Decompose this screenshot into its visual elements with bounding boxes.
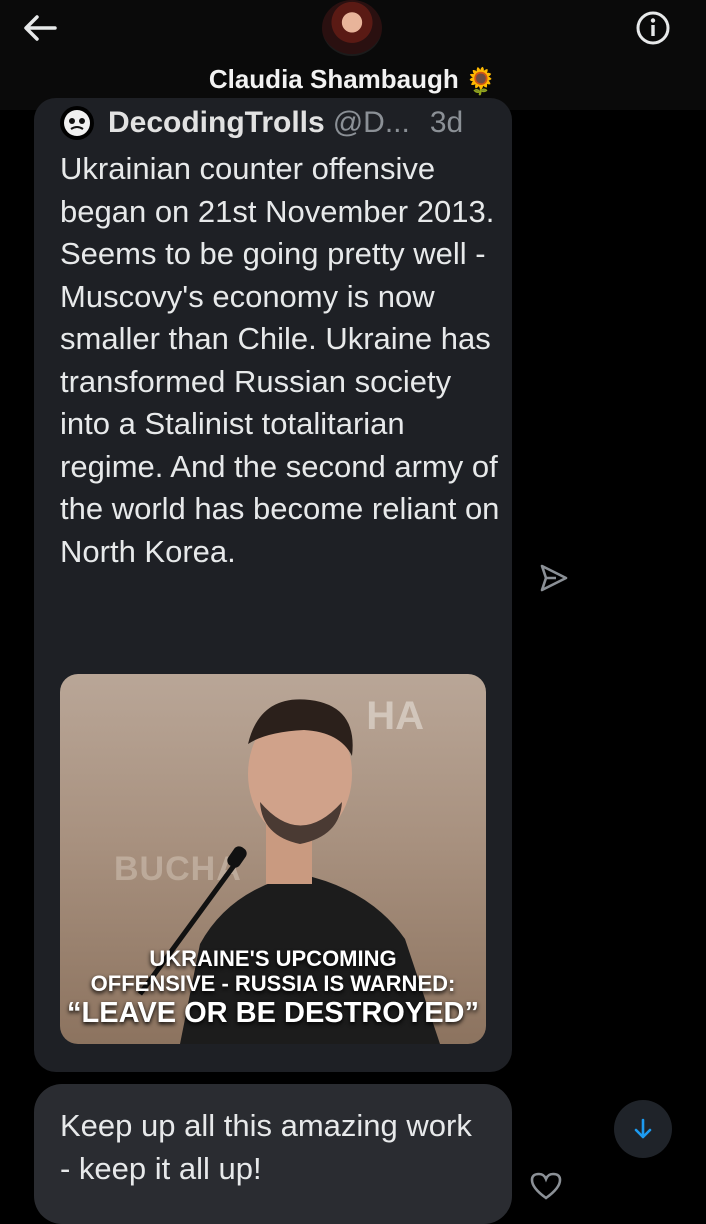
share-button[interactable] (538, 562, 572, 596)
tweet-image[interactable]: HA BUCHA UKRAINE'S UPCOMING OFFENSIVE - … (60, 674, 486, 1044)
contact-name-text: Claudia Shambaugh (208, 64, 459, 94)
caption-line-1: UKRAINE'S UPCOMING (149, 946, 397, 971)
caption-line-3: “LEAVE OR BE DESTROYED” (67, 997, 479, 1029)
info-icon (636, 11, 670, 45)
send-icon (540, 564, 568, 592)
react-button[interactable] (528, 1170, 564, 1200)
info-button[interactable] (633, 8, 673, 48)
tweet-author-handle: @D... (332, 106, 410, 139)
message-text: Keep up all this amazing work - keep it … (60, 1108, 472, 1186)
tweet-author-row[interactable]: DecodingTrolls @D... 3d (60, 106, 500, 140)
author-avatar-icon (64, 110, 90, 136)
scroll-to-bottom-button[interactable] (614, 1100, 672, 1158)
sunflower-emoji: 🌻 (464, 65, 498, 96)
contact-name[interactable]: Claudia Shambaugh 🌻 (0, 64, 706, 97)
shared-tweet-card[interactable]: DecodingTrolls @D... 3d Ukrainian counte… (34, 98, 512, 1072)
conversation-header: Claudia Shambaugh 🌻 (0, 0, 706, 110)
back-button[interactable] (20, 10, 60, 46)
message-bubble[interactable]: Keep up all this amazing work - keep it … (34, 1084, 512, 1224)
image-caption: UKRAINE'S UPCOMING OFFENSIVE - RUSSIA IS… (60, 946, 486, 1030)
tweet-author-name: DecodingTrolls (108, 106, 325, 139)
arrow-down-icon (634, 1118, 652, 1139)
caption-line-2: OFFENSIVE - RUSSIA IS WARNED: (90, 971, 456, 996)
tweet-text: Ukrainian counter offensive began on 21s… (60, 151, 500, 569)
contact-avatar[interactable] (322, 0, 382, 56)
arrow-left-icon (24, 15, 57, 41)
tweet-timestamp: 3d (429, 106, 464, 139)
author-avatar (60, 106, 94, 140)
heart-outline-icon (530, 1172, 562, 1200)
